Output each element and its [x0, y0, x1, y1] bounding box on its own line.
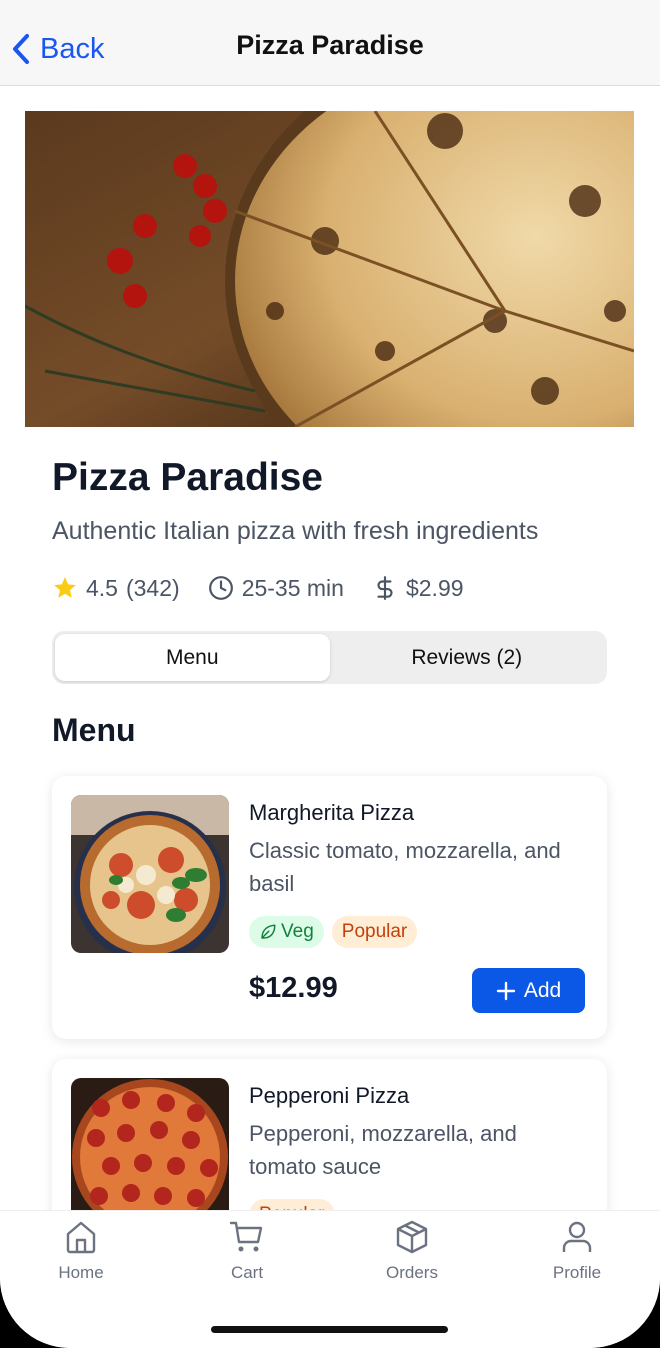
tabbar-item-cart[interactable]: Cart: [187, 1219, 307, 1283]
menu-item-badges: Veg Popular: [249, 916, 418, 948]
leaf-icon: [261, 924, 276, 939]
nav-title: Pizza Paradise: [236, 30, 424, 60]
veg-badge: Veg: [249, 916, 324, 948]
home-indicator: [211, 1326, 448, 1333]
tab-menu[interactable]: Menu: [55, 634, 330, 681]
popular-badge: Popular: [331, 916, 418, 948]
tabbar-label: Home: [58, 1263, 104, 1282]
rating: 4.5 (342): [52, 575, 180, 602]
menu-section-title: Menu: [52, 712, 136, 748]
dollar-icon: [377, 576, 393, 600]
restaurant-meta: 4.5 (342) 25-35 min $2.99: [52, 572, 492, 604]
tab-reviews[interactable]: Reviews (2): [330, 634, 605, 681]
navigation-bar: Back Pizza Paradise: [0, 0, 660, 86]
tabbar-label: Cart: [230, 1263, 264, 1282]
delivery-time: 25-35 min: [208, 575, 344, 602]
tabbar-item-home[interactable]: Home: [21, 1219, 141, 1283]
tabbar-label: Orders: [386, 1263, 438, 1282]
menu-item-description: Classic tomato, mozzarella, and basil: [249, 838, 561, 896]
home-icon: [66, 1221, 96, 1254]
delivery-fee: $2.99: [372, 575, 464, 602]
tabbar-item-profile[interactable]: Profile: [517, 1219, 637, 1283]
menu-item-name: Margherita Pizza: [249, 800, 415, 825]
tabbar-item-orders[interactable]: Orders: [352, 1219, 472, 1283]
delivery-fee-value: $2.99: [405, 574, 464, 601]
box-icon: [396, 1220, 428, 1254]
popular-badge-label: Popular: [341, 921, 408, 942]
menu-item-description: Pepperoni, mozzarella, and tomato sauce: [249, 1121, 517, 1179]
tabbar-label: Profile: [552, 1263, 602, 1282]
clock-icon: [208, 576, 233, 600]
plus-icon: [496, 981, 516, 1000]
restaurant-description: Authentic Italian pizza with fresh ingre…: [52, 517, 539, 545]
phone-screen: Back Pizza Paradise Pizza Paradise Authe…: [0, 0, 660, 1348]
menu-item-image: [71, 795, 229, 953]
menu-item-price: $12.99: [249, 972, 338, 1004]
rating-count: (342): [125, 574, 180, 601]
add-to-cart-button[interactable]: Add: [472, 968, 585, 1013]
rating-value: 4.5: [86, 574, 118, 601]
restaurant-name: Pizza Paradise: [52, 456, 323, 499]
menu-item-card[interactable]: Margherita Pizza Classic tomato, mozzare…: [52, 776, 607, 1039]
menu-item-name: Pepperoni Pizza: [249, 1083, 410, 1108]
restaurant-hero-image: [25, 111, 634, 427]
user-icon: [562, 1221, 592, 1252]
star-icon: [54, 577, 76, 598]
veg-badge-label: Veg: [281, 921, 314, 942]
segmented-tabs: Menu Reviews (2): [52, 631, 607, 684]
cart-icon: [229, 1221, 263, 1252]
delivery-time-value: 25-35 min: [241, 574, 344, 601]
add-button-label: Add: [523, 978, 562, 1002]
